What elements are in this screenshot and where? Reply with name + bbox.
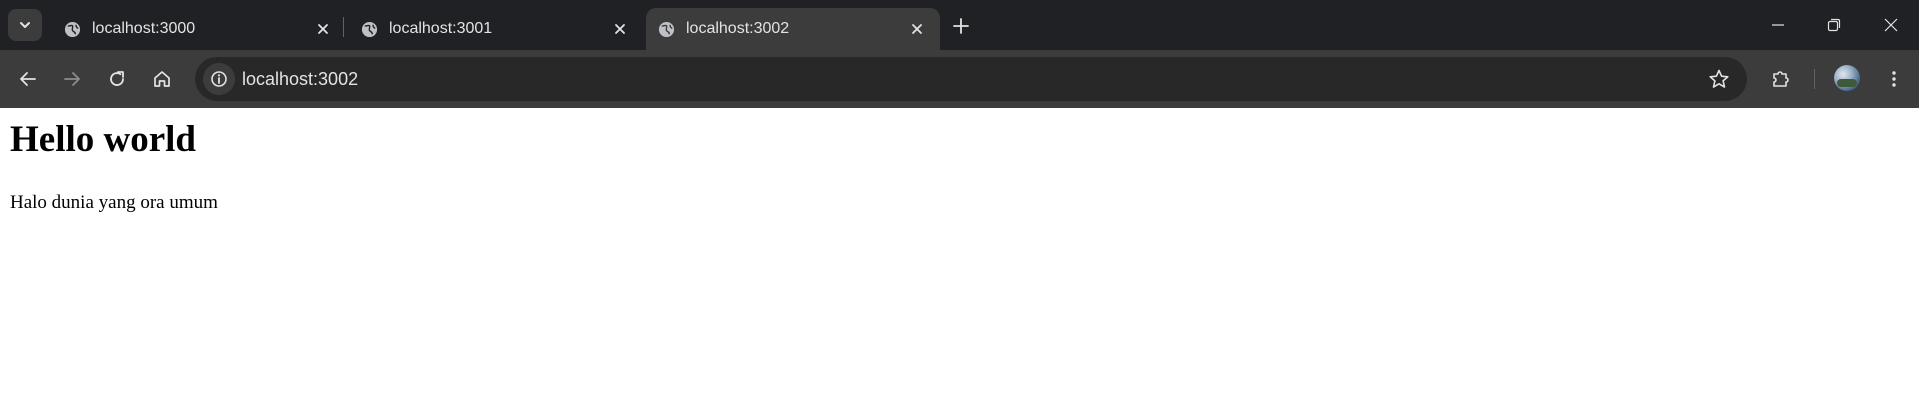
toolbar-separator (1814, 69, 1815, 89)
tab-title: localhost:3002 (686, 20, 790, 37)
url-text[interactable]: localhost:3002 (242, 69, 358, 89)
globe-icon (361, 21, 378, 38)
close-icon[interactable] (314, 20, 332, 38)
restore-icon (1827, 18, 1841, 32)
menu-button[interactable] (1880, 65, 1908, 93)
arrow-left-icon (20, 72, 36, 86)
page-content: Hello world Halo dunia yang ora umum (0, 108, 1919, 415)
forward-button[interactable] (58, 65, 86, 93)
address-bar[interactable]: localhost:3002 (195, 57, 1747, 101)
back-button[interactable] (14, 65, 42, 93)
plus-icon (953, 18, 969, 34)
arrow-right-icon (64, 72, 80, 86)
bookmark-button[interactable] (1707, 67, 1731, 91)
restore-button[interactable] (1822, 13, 1846, 37)
tab-title: localhost:3000 (92, 20, 196, 37)
tab-title: localhost:3001 (389, 20, 493, 37)
tab-search-button[interactable] (8, 9, 42, 41)
tab-localhost-3002[interactable]: localhost:3002 (646, 8, 940, 50)
tab-separator (343, 17, 344, 37)
globe-icon (64, 21, 81, 38)
close-icon (1884, 18, 1898, 32)
reload-button[interactable] (103, 65, 131, 93)
home-icon (154, 71, 170, 87)
site-info-button[interactable] (203, 63, 235, 95)
info-icon (211, 71, 227, 87)
page-heading: Hello world (10, 119, 197, 160)
new-tab-button[interactable] (948, 13, 974, 39)
close-window-button[interactable] (1879, 13, 1903, 37)
globe-icon (658, 21, 675, 38)
tab-strip: localhost:3000 localhost:3001 localhost:… (0, 0, 1919, 50)
page-paragraph: Halo dunia yang ora umum (10, 192, 218, 213)
reload-icon (110, 71, 124, 86)
profile-avatar[interactable] (1834, 65, 1860, 91)
home-button[interactable] (148, 65, 176, 93)
chevron-down-icon (20, 22, 30, 28)
close-icon[interactable] (908, 20, 926, 38)
browser-toolbar: localhost:3002 (0, 50, 1919, 108)
tab-localhost-3000[interactable]: localhost:3000 (52, 8, 346, 50)
tab-localhost-3001[interactable]: localhost:3001 (349, 8, 643, 50)
close-icon[interactable] (611, 20, 629, 38)
minimize-button[interactable] (1766, 13, 1790, 37)
star-icon (1709, 69, 1729, 88)
minimize-icon (1772, 24, 1784, 26)
puzzle-icon (1773, 71, 1789, 87)
extensions-button[interactable] (1767, 65, 1795, 93)
more-vert-icon (1892, 71, 1896, 87)
